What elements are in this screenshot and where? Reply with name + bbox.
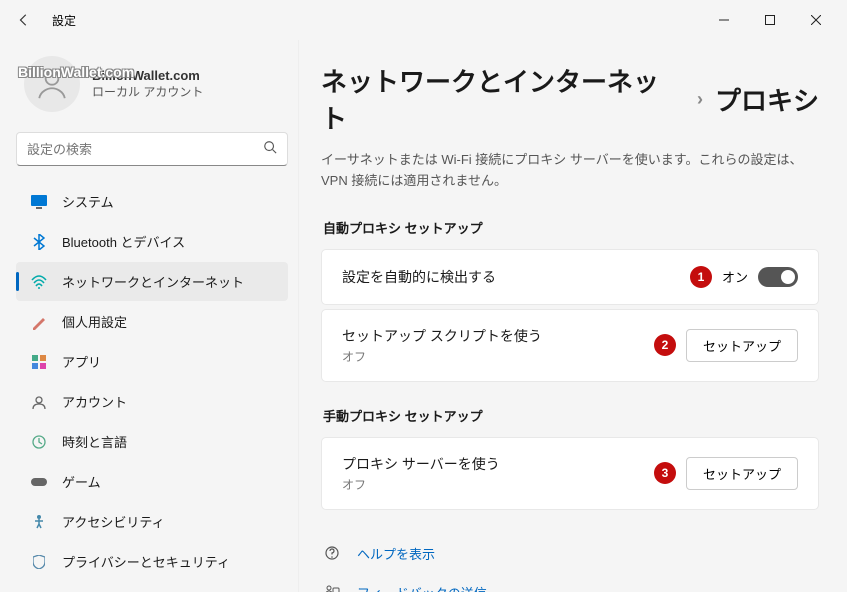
gaming-icon [30, 473, 48, 491]
maximize-icon [765, 15, 775, 25]
help-link[interactable]: ヘルプを表示 [357, 544, 435, 563]
window-controls [701, 4, 839, 36]
sidebar-item-accessibility[interactable]: アクセシビリティ [16, 502, 288, 541]
accounts-icon [30, 393, 48, 411]
annotation-badge-2: 2 [654, 334, 676, 356]
sidebar-item-privacy[interactable]: プライバシーとセキュリティ [16, 542, 288, 581]
feedback-link[interactable]: フィードバックの送信 [357, 583, 487, 592]
sidebar-item-personalize[interactable]: 個人用設定 [16, 302, 288, 341]
window-title: 設定 [52, 12, 76, 29]
close-icon [811, 15, 821, 25]
setup-script-button[interactable]: セットアップ [686, 329, 798, 362]
arrow-left-icon [17, 13, 31, 27]
sidebar-item-time[interactable]: 時刻と言語 [16, 422, 288, 461]
card-sub: オフ [342, 348, 654, 365]
user-info[interactable]: BillionWallet.com BillionWallet.com ローカル… [16, 40, 288, 128]
system-icon [30, 193, 48, 211]
sidebar-item-bluetooth[interactable]: Bluetooth とデバイス [16, 222, 288, 261]
sidebar-item-accounts[interactable]: アカウント [16, 382, 288, 421]
toggle-state-label: オン [722, 267, 748, 286]
page-description: イーサネットまたは Wi-Fi 接続にプロキシ サーバーを使います。これらの設定… [321, 150, 819, 192]
privacy-icon [30, 553, 48, 571]
help-link-row: ヘルプを表示 [321, 534, 819, 573]
section-title-manual: 手動プロキシ セットアップ [323, 406, 819, 425]
main-content: ネットワークとインターネット › プロキシ イーサネットまたは Wi-Fi 接続… [298, 40, 847, 592]
annotation-badge-3: 3 [654, 462, 676, 484]
close-button[interactable] [793, 4, 839, 36]
sidebar-item-apps[interactable]: アプリ [16, 342, 288, 381]
apps-icon [30, 353, 48, 371]
breadcrumb-current: プロキシ [715, 81, 819, 118]
search-icon [263, 140, 277, 159]
sidebar-item-label: 時刻と言語 [62, 432, 127, 451]
sidebar-item-label: 個人用設定 [62, 312, 127, 331]
proxy-server-setup-button[interactable]: セットアップ [686, 457, 798, 490]
breadcrumb: ネットワークとインターネット › プロキシ [321, 62, 819, 136]
back-button[interactable] [8, 4, 40, 36]
sidebar-item-network[interactable]: ネットワークとインターネット [16, 262, 288, 301]
feedback-link-row: フィードバックの送信 [321, 573, 819, 592]
minimize-button[interactable] [701, 4, 747, 36]
avatar: BillionWallet.com [24, 56, 80, 112]
user-sub: ローカル アカウント [92, 83, 203, 100]
card-title: プロキシ サーバーを使う [342, 454, 654, 474]
sidebar-item-gaming[interactable]: ゲーム [16, 462, 288, 501]
watermark-text: BillionWallet.com [18, 64, 134, 80]
card-auto-detect: 設定を自動的に検出する 1 オン [321, 249, 819, 305]
sidebar-item-label: ゲーム [62, 472, 101, 491]
search-input[interactable] [27, 142, 263, 157]
accessibility-icon [30, 513, 48, 531]
sidebar-item-label: アクセシビリティ [62, 512, 165, 531]
sidebar-item-label: アカウント [62, 392, 127, 411]
annotation-badge-1: 1 [690, 266, 712, 288]
chevron-right-icon: › [697, 89, 703, 110]
breadcrumb-parent[interactable]: ネットワークとインターネット [321, 62, 685, 136]
sidebar-item-label: アプリ [62, 352, 101, 371]
maximize-button[interactable] [747, 4, 793, 36]
card-title: 設定を自動的に検出する [342, 267, 690, 287]
feedback-icon [323, 584, 341, 592]
auto-detect-toggle[interactable] [758, 267, 798, 287]
time-icon [30, 433, 48, 451]
sidebar-item-label: システム [62, 192, 114, 211]
sidebar-item-label: ネットワークとインターネット [62, 272, 244, 291]
personalize-icon [30, 313, 48, 331]
card-proxy-server: プロキシ サーバーを使う オフ 3 セットアップ [321, 437, 819, 510]
sidebar: BillionWallet.com BillionWallet.com ローカル… [0, 40, 298, 592]
card-title: セットアップ スクリプトを使う [342, 326, 654, 346]
section-title-auto: 自動プロキシ セットアップ [323, 218, 819, 237]
card-setup-script: セットアップ スクリプトを使う オフ 2 セットアップ [321, 309, 819, 382]
titlebar: 設定 [0, 0, 847, 40]
sidebar-item-label: プライバシーとセキュリティ [62, 552, 230, 571]
help-icon [323, 545, 341, 561]
minimize-icon [719, 15, 729, 25]
network-icon [30, 273, 48, 291]
sidebar-item-system[interactable]: システム [16, 182, 288, 221]
sidebar-item-label: Bluetooth とデバイス [62, 232, 185, 251]
search-box[interactable] [16, 132, 288, 166]
card-sub: オフ [342, 476, 654, 493]
bluetooth-icon [30, 233, 48, 251]
